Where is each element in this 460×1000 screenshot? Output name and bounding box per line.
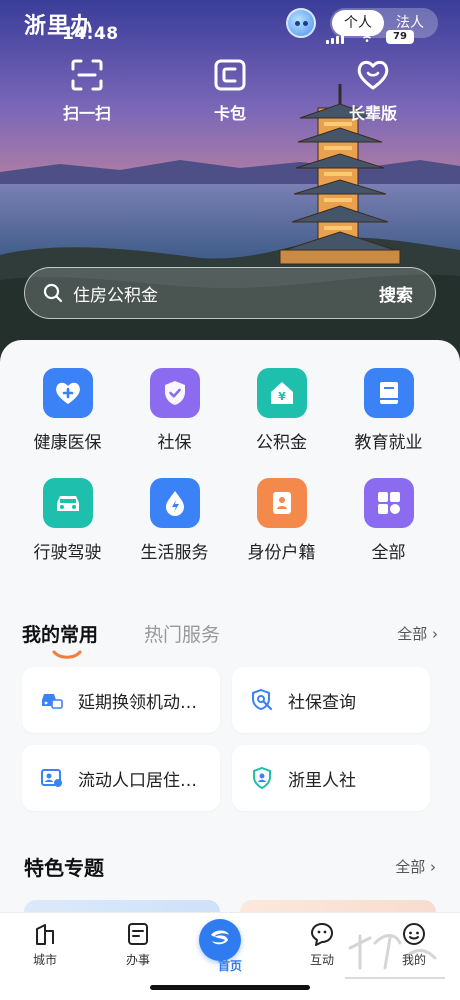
id-badge-icon xyxy=(256,478,307,528)
frequent-item-label: 流动人口居住… xyxy=(78,770,197,791)
shield-person-icon xyxy=(253,766,271,790)
city-icon xyxy=(36,924,54,945)
home-indicator[interactable] xyxy=(150,985,310,990)
card-wallet-label: 卡包 xyxy=(213,104,246,123)
card-wallet-button[interactable]: 卡包 xyxy=(185,58,275,124)
search-shield-icon xyxy=(252,688,273,711)
service-identity-residence[interactable]: 身份户籍 xyxy=(224,478,339,563)
scan-button[interactable]: 扫一扫 xyxy=(42,58,132,124)
scan-icon xyxy=(71,59,103,91)
card-wallet-icon xyxy=(214,59,246,91)
scan-label: 扫一扫 xyxy=(62,104,111,123)
elder-mode-label: 长辈版 xyxy=(348,104,397,123)
service-social-security[interactable]: 社保 xyxy=(117,368,232,453)
active-tab-underline xyxy=(52,650,82,659)
chat-face-icon xyxy=(311,923,333,946)
personal-legal-toggle[interactable]: 个人 法人 xyxy=(330,8,438,38)
clock: 14:48 xyxy=(62,24,119,44)
featured-section-header: 特色专题 全部 › xyxy=(24,852,436,882)
house-yuan-icon: ¥ xyxy=(256,368,307,418)
featured-title: 特色专题 xyxy=(24,856,104,880)
service-health-insurance[interactable]: 健康医保 xyxy=(10,368,125,453)
tabs-all-link[interactable]: 全部 › xyxy=(397,623,438,644)
service-label: 公积金 xyxy=(256,433,307,453)
drop-bolt-icon xyxy=(149,478,200,528)
toggle-personal[interactable]: 个人 xyxy=(332,10,384,36)
elder-mode-button[interactable]: 长辈版 xyxy=(328,58,418,124)
service-label: 社保 xyxy=(157,433,192,453)
service-label: 生活服务 xyxy=(140,543,209,563)
service-label: 教育就业 xyxy=(354,433,423,453)
car-icon xyxy=(42,478,93,528)
svg-text:¥: ¥ xyxy=(278,390,286,403)
frequent-item[interactable]: 延期换领机动… xyxy=(22,667,220,733)
tab-hot-services[interactable]: 热门服务 xyxy=(144,620,220,647)
hero-banner: 浙里办 14:48 个人 法人 79 扫一扫 卡包 长辈版 住房公积金 搜索 xyxy=(0,0,460,370)
nav-city[interactable]: 城市 xyxy=(15,921,75,968)
search-bar[interactable]: 住房公积金 搜索 xyxy=(24,267,436,319)
wifi-icon xyxy=(360,32,374,42)
heart-smile-icon xyxy=(357,60,389,90)
status-bar: 浙里办 14:48 个人 法人 79 xyxy=(0,4,460,44)
service-life[interactable]: 生活服务 xyxy=(117,478,232,563)
frequent-item-label: 延期换领机动… xyxy=(78,692,197,713)
task-icon xyxy=(128,923,148,945)
service-tabs: 我的常用 热门服务 全部 › xyxy=(22,620,438,660)
truck-id-icon xyxy=(42,694,63,709)
watermark-logo xyxy=(345,934,445,979)
service-label: 行驶驾驶 xyxy=(33,543,102,563)
grid-icon xyxy=(363,478,414,528)
assistant-bot-icon[interactable] xyxy=(286,8,316,38)
service-all[interactable]: 全部 xyxy=(331,478,446,563)
nav-label: 城市 xyxy=(32,953,57,967)
home-logo-icon xyxy=(199,919,241,961)
battery-indicator: 79 xyxy=(386,30,414,44)
service-education-employment[interactable]: 教育就业 xyxy=(331,368,446,453)
frequent-item[interactable]: 流动人口居住… xyxy=(22,745,220,811)
frequent-item-label: 社保查询 xyxy=(288,692,356,713)
nav-tasks[interactable]: 办事 xyxy=(108,921,168,968)
cellular-signal-icon xyxy=(326,34,344,44)
service-driving[interactable]: 行驶驾驶 xyxy=(10,478,125,563)
service-housing-fund[interactable]: ¥ 公积金 xyxy=(224,368,339,453)
heart-plus-icon xyxy=(42,368,93,418)
frequent-item[interactable]: 浙里人社 xyxy=(232,745,430,811)
search-icon xyxy=(43,283,63,303)
book-icon xyxy=(363,368,414,418)
search-button[interactable]: 搜索 xyxy=(379,281,413,306)
resident-card-icon xyxy=(41,769,62,787)
service-label: 全部 xyxy=(371,543,406,563)
frequent-item[interactable]: 社保查询 xyxy=(232,667,430,733)
services-panel: 健康医保 社保 ¥ 公积金 教育就业 行驶驾驶 生活服务 身份户籍 全部 我的常… xyxy=(0,340,460,1000)
frequent-item-label: 浙里人社 xyxy=(288,770,356,791)
service-label: 身份户籍 xyxy=(247,543,316,563)
nav-label: 首页 xyxy=(217,959,242,973)
shield-check-icon xyxy=(149,368,200,418)
tab-my-frequent[interactable]: 我的常用 xyxy=(22,620,98,647)
nav-label: 办事 xyxy=(125,953,150,967)
service-label: 健康医保 xyxy=(33,433,102,453)
featured-all-link[interactable]: 全部 › xyxy=(395,856,436,877)
search-input[interactable]: 住房公积金 xyxy=(73,281,379,306)
